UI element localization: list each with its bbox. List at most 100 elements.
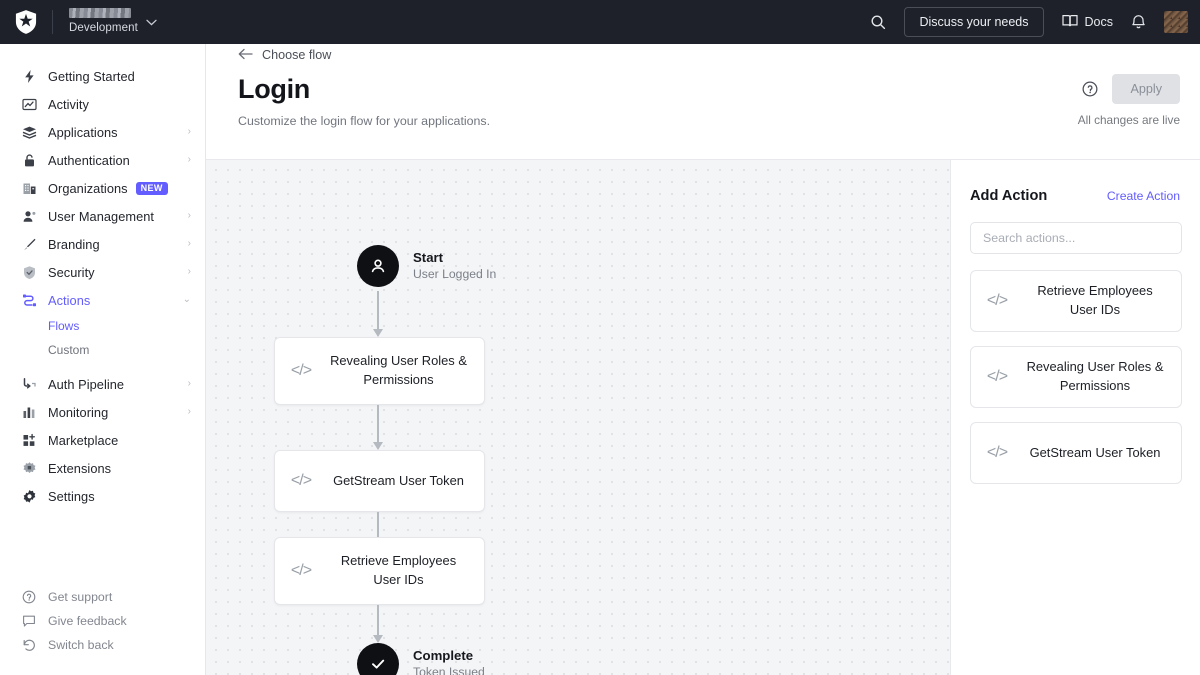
search-input[interactable] <box>983 231 1169 245</box>
status-badge-new: NEW <box>136 182 168 195</box>
chevron-down-icon <box>146 18 157 29</box>
auth0-dashboard: Development Discuss your needs Docs <box>0 0 1200 675</box>
sidebar-label: User Management <box>48 209 154 224</box>
user-icon <box>20 207 38 225</box>
page-title: Login <box>238 74 310 105</box>
action-card[interactable]: </> Retrieve Employees User IDs <box>970 270 1182 332</box>
action-card[interactable]: </> Revealing User Roles & Permissions <box>970 346 1182 408</box>
topbar-divider <box>52 10 53 34</box>
building-icon <box>20 179 38 197</box>
arrow-left-icon <box>238 48 253 62</box>
shield-check-icon <box>20 263 38 281</box>
create-action-link[interactable]: Create Action <box>1107 189 1180 203</box>
action-list: </> Retrieve Employees User IDs </> Reve… <box>952 270 1200 484</box>
sidebar-label: Auth Pipeline <box>48 377 124 392</box>
chevron-right-icon: › <box>188 127 191 137</box>
code-icon: </> <box>275 562 327 580</box>
sidebar-label: Branding <box>48 237 100 252</box>
breadcrumb-label: Choose flow <box>262 48 331 62</box>
complete-node-title: Complete <box>413 647 485 664</box>
code-icon: </> <box>275 362 327 380</box>
tenant-selector[interactable]: Development <box>69 8 157 35</box>
search-icon[interactable] <box>870 14 886 30</box>
breadcrumb-choose-flow[interactable]: Choose flow <box>238 48 331 62</box>
sidebar-item-give-feedback[interactable]: Give feedback <box>0 609 205 633</box>
sidebar-item-actions[interactable]: Actions ⌄ <box>0 286 205 314</box>
user-avatar[interactable] <box>1164 11 1188 33</box>
start-node-subtitle: User Logged In <box>413 267 496 283</box>
sidebar-label: Organizations <box>48 181 128 196</box>
sidebar-item-extensions[interactable]: Extensions <box>0 454 205 482</box>
action-card-label: GetStream User Token <box>1023 444 1181 463</box>
sidebar-item-security[interactable]: Security › <box>0 258 205 286</box>
action-card[interactable]: </> GetStream User Token <box>970 422 1182 484</box>
top-navigation-bar: Development Discuss your needs Docs <box>0 0 1200 44</box>
add-action-header: Add Action Create Action <box>952 188 1200 204</box>
sidebar-label: Switch back <box>48 638 114 652</box>
sidebar-item-branding[interactable]: Branding › <box>0 230 205 258</box>
chevron-right-icon: › <box>188 379 191 389</box>
sidebar-subitem-custom[interactable]: Custom <box>0 338 205 362</box>
sidebar-item-monitoring[interactable]: Monitoring › <box>0 398 205 426</box>
search-actions-field[interactable] <box>970 222 1182 254</box>
flow-node-action-1[interactable]: </> Revealing User Roles & Permissions <box>274 337 485 405</box>
sidebar-label: Security <box>48 265 95 280</box>
apply-button[interactable]: Apply <box>1112 74 1180 104</box>
puzzle-gear-icon <box>20 459 38 477</box>
flow-node-complete[interactable]: Complete Token Issued <box>357 643 485 675</box>
book-icon <box>1062 14 1078 31</box>
sidebar-item-switch-back[interactable]: Switch back <box>0 633 205 657</box>
flow-connector-2 <box>372 405 384 450</box>
main-content: Choose flow Login Customize the login fl… <box>206 44 1200 675</box>
auth0-logo[interactable] <box>0 10 52 34</box>
sidebar-label: Monitoring <box>48 405 108 420</box>
complete-node-subtitle: Token Issued <box>413 665 485 675</box>
flow-connector-1 <box>372 291 384 337</box>
chevron-right-icon: › <box>188 211 191 221</box>
bolt-icon <box>20 67 38 85</box>
question-circle-icon[interactable] <box>1082 81 1098 97</box>
sidebar-item-applications[interactable]: Applications › <box>0 118 205 146</box>
lock-icon <box>20 151 38 169</box>
sidebar-primary-nav: Getting Started Activity Applications › <box>0 44 205 510</box>
sidebar-subitem-flows[interactable]: Flows <box>0 314 205 338</box>
action-card-label: Retrieve Employees User IDs <box>1023 282 1181 319</box>
sidebar-item-organizations[interactable]: Organizations NEW <box>0 174 205 202</box>
flow-connector-4 <box>372 605 384 643</box>
flow-node-action-3[interactable]: </> Retrieve Employees User IDs <box>274 537 485 605</box>
sidebar-item-getting-started[interactable]: Getting Started <box>0 62 205 90</box>
docs-label: Docs <box>1085 15 1113 29</box>
auth0-shield-logo-icon <box>15 10 37 34</box>
topbar-actions: Discuss your needs Docs <box>870 7 1200 37</box>
sidebar-item-auth-pipeline[interactable]: Auth Pipeline › <box>0 370 205 398</box>
chevron-right-icon: › <box>188 407 191 417</box>
sidebar-item-activity[interactable]: Activity <box>0 90 205 118</box>
page-subtitle: Customize the login flow for your applic… <box>238 114 490 128</box>
bar-chart-icon <box>20 403 38 421</box>
sidebar-item-marketplace[interactable]: Marketplace <box>0 426 205 454</box>
flow-node-action-2[interactable]: </> GetStream User Token <box>274 450 485 512</box>
sidebar-item-get-support[interactable]: Get support <box>0 585 205 609</box>
flow-node-start[interactable]: Start User Logged In <box>357 245 496 287</box>
sidebar-item-user-management[interactable]: User Management › <box>0 202 205 230</box>
actions-icon <box>20 291 38 309</box>
flow-canvas[interactable]: Start User Logged In </> Revealing User … <box>206 160 951 675</box>
activity-chart-icon <box>20 95 38 113</box>
start-node-circle <box>357 245 399 287</box>
flow-node-label: GetStream User Token <box>327 472 484 491</box>
chevron-down-icon: ⌄ <box>183 295 191 305</box>
sidebar-item-authentication[interactable]: Authentication › <box>0 146 205 174</box>
sidebar-item-settings[interactable]: Settings <box>0 482 205 510</box>
docs-link[interactable]: Docs <box>1062 14 1113 31</box>
undo-icon <box>20 636 38 654</box>
chat-bubble-icon <box>20 612 38 630</box>
sidebar-label: Marketplace <box>48 433 118 448</box>
discuss-your-needs-button[interactable]: Discuss your needs <box>904 7 1043 37</box>
sidebar-label: Activity <box>48 97 89 112</box>
bell-icon[interactable] <box>1131 14 1146 30</box>
sidebar-label: Authentication <box>48 153 130 168</box>
stack-icon <box>20 123 38 141</box>
sidebar-label: Actions <box>48 293 90 308</box>
start-node-title: Start <box>413 249 496 266</box>
code-icon: </> <box>971 292 1023 310</box>
